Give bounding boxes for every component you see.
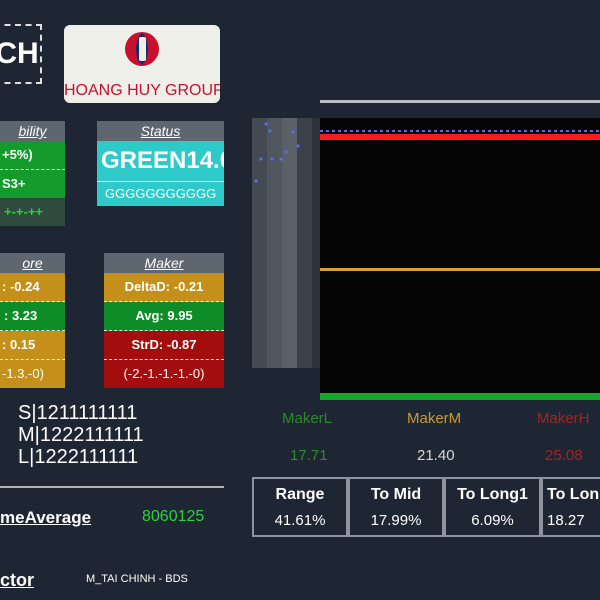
brand-mark: CH [0, 24, 42, 84]
volume-label: meAverage [0, 508, 92, 527]
to-long1-header: To Long1 [457, 485, 528, 503]
to-long1-value: 6.09% [471, 511, 514, 529]
score-row-4: -1.3.-0) [0, 360, 65, 388]
maker-m-label: MakerM [407, 410, 462, 427]
to-long-value: 18.27 [547, 511, 585, 529]
company-name: HOANG HUY GROUP [64, 82, 220, 99]
score-header: ore [22, 255, 43, 271]
stability-header: bility [18, 123, 47, 139]
sml-s: S|1211111111 [18, 402, 138, 424]
maker-m-value: 21.40 [417, 447, 455, 464]
maker-avg: Avg: 9.95 [104, 302, 224, 331]
chart-dot [279, 157, 283, 161]
chart-band-5 [312, 118, 320, 368]
sector-label: ctor [0, 570, 35, 590]
chart-dot [259, 157, 263, 161]
company-logo: HOANG HUY GROUP [64, 25, 220, 103]
chart-band-3 [282, 118, 297, 368]
chart-green-base [320, 393, 600, 400]
range-cell: Range 41.61% [252, 477, 348, 537]
maker-delta: DeltaD: -0.21 [104, 273, 224, 302]
chart-panel [320, 118, 600, 394]
chart-dot [296, 144, 300, 148]
volume-divider [0, 486, 224, 488]
to-mid-value: 17.99% [370, 511, 422, 529]
chart-dot [270, 157, 274, 161]
sml-m: M|1222111111 [18, 424, 144, 446]
to-mid-cell: To Mid 17.99% [348, 477, 444, 537]
maker-sequence: (-2.-1.-1.-1.-0) [104, 360, 224, 388]
chart-band-1 [252, 118, 267, 368]
stability-card: bility +5%) S3+ +-+-++ [0, 121, 65, 226]
maker-h-value: 25.08 [545, 447, 583, 464]
maker-header: Maker [144, 255, 184, 271]
chart-dot [254, 179, 258, 183]
score-row-1: : -0.24 [0, 273, 65, 302]
logo-emblem-icon [125, 32, 159, 66]
maker-card: Maker DeltaD: -0.21 Avg: 9.95 StrD: -0.8… [104, 253, 224, 388]
to-long-cell: To Lon 18.27 [541, 477, 600, 537]
chart-band-2 [267, 118, 282, 368]
status-value: GREEN14.0 [97, 141, 224, 181]
maker-h-label: MakerH [537, 410, 590, 427]
range-value: 41.61% [274, 511, 326, 529]
status-sequence: GGGGGGGGGGG [97, 181, 224, 206]
sml-l: L|1222111111 [18, 446, 139, 468]
metrics-table: Range 41.61% To Mid 17.99% To Long1 6.09… [252, 477, 600, 537]
to-long-header: To Lon [547, 485, 600, 503]
chart-dot [284, 150, 288, 154]
chart-dot [291, 130, 295, 134]
chart-red-line [320, 134, 600, 140]
maker-l-value: 17.71 [290, 447, 328, 464]
chart-top-border [320, 100, 600, 103]
to-long1-cell: To Long1 6.09% [444, 477, 541, 537]
stability-row-3: +-+-++ [0, 198, 65, 226]
maker-strd: StrD: -0.87 [104, 331, 224, 360]
chart-dot [268, 129, 272, 133]
score-card: ore : -0.24 : 3.23 : 0.15 -1.3.-0) [0, 253, 65, 388]
sector-value: M_TAI CHINH - BDS [86, 573, 188, 585]
chart-band-4 [297, 118, 312, 368]
stability-row-1: +5%) [0, 141, 65, 170]
volume-value: 8060125 [142, 508, 205, 525]
to-mid-header: To Mid [370, 485, 422, 503]
maker-l-label: MakerL [282, 410, 333, 427]
range-header: Range [275, 485, 325, 503]
sml-block: S|1211111111 M|1222111111 L|1222111111 [18, 402, 144, 468]
status-header: Status [140, 123, 181, 139]
price-chart [252, 118, 600, 400]
stability-row-2: S3+ [0, 170, 65, 198]
score-row-2: : 3.23 [0, 302, 65, 331]
status-card: Status GREEN14.0 GGGGGGGGGGG [97, 121, 224, 206]
score-row-3: : 0.15 [0, 331, 65, 360]
chart-dot [264, 122, 268, 126]
chart-gold-line [320, 268, 600, 271]
